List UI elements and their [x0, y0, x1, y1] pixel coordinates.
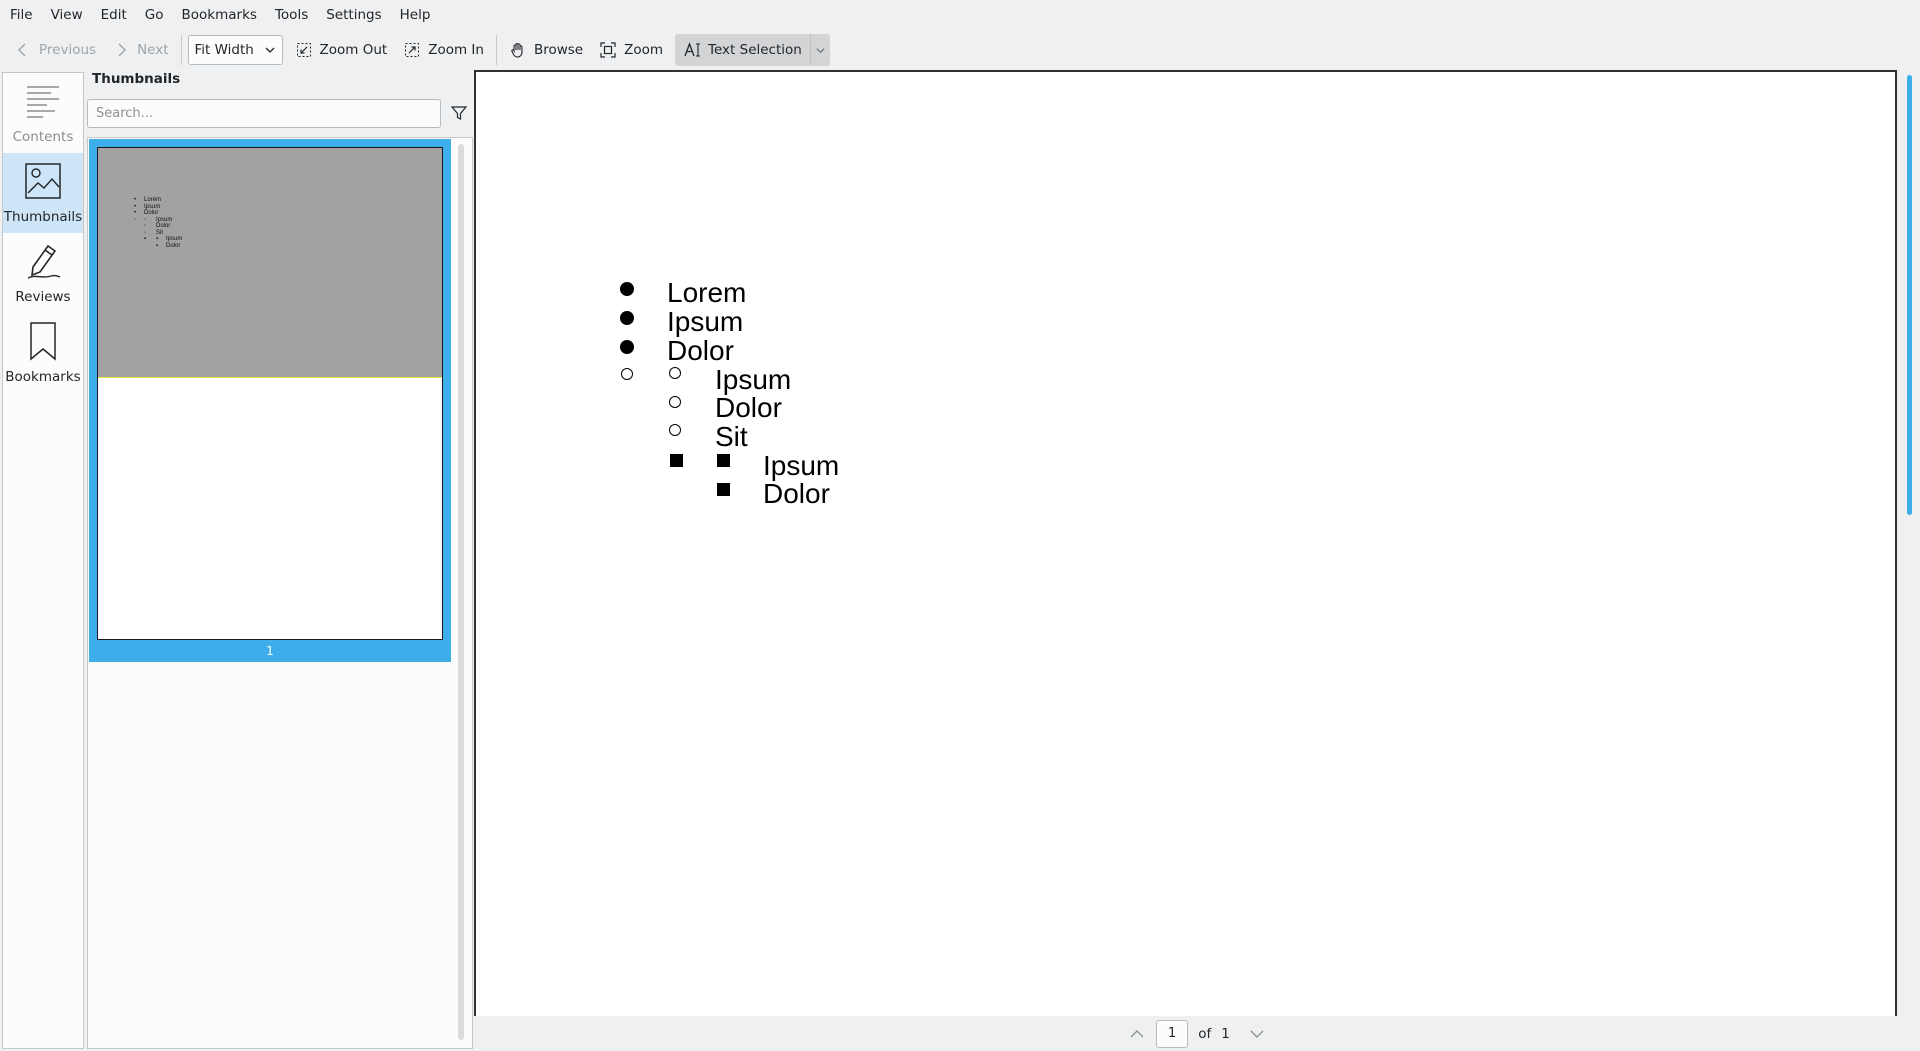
previous-label: Previous	[39, 42, 97, 58]
mini-bullet: ◦	[134, 216, 137, 223]
sidebar-item-contents[interactable]: Contents	[3, 73, 83, 153]
page-navigation-bar: 1 of 1	[474, 1016, 1920, 1051]
bookmarks-icon	[30, 322, 56, 361]
thumbnail-scrollbar[interactable]	[458, 144, 464, 1040]
sidebar-item-thumbnails[interactable]: Thumbnails	[3, 153, 83, 233]
zoom-label: Zoom	[624, 42, 664, 58]
zoom-tool-icon	[600, 42, 616, 58]
mini-text: Dolor	[166, 242, 181, 249]
text-selection-label: Text Selection	[708, 42, 802, 58]
thumbnail-search-field[interactable]	[87, 99, 441, 128]
list-item: Ipsum	[667, 306, 744, 337]
list-bullet	[621, 368, 633, 380]
menu-tools[interactable]: Tools	[266, 0, 317, 30]
contents-icon	[27, 86, 59, 118]
zoom-out-icon	[296, 43, 311, 57]
list-item: Ipsum	[715, 364, 792, 395]
toolbar-separator	[180, 35, 182, 65]
sidebar-item-bookmarks[interactable]: Bookmarks	[3, 313, 83, 393]
list-bullet	[620, 340, 634, 354]
list-bullet	[669, 424, 681, 436]
chevron-right-icon	[118, 43, 127, 57]
document-view[interactable]: Lorem Ipsum Dolor Ipsum Dolor Sit Ipsum …	[474, 70, 1920, 1016]
panel-title: Thumbnails	[92, 71, 181, 87]
text-selection-group: Text Selection	[675, 34, 830, 66]
main-toolbar: Previous Next Fit Width Zoom Out Zoom In…	[0, 30, 1920, 70]
side-panel-selector: Contents Thumbnails Reviews Bookmarks	[2, 72, 84, 1049]
zoom-tool-button[interactable]: Zoom	[591, 34, 671, 66]
sidebar-item-label: Thumbnails	[3, 209, 83, 225]
mini-bullet: ▪	[156, 242, 159, 249]
thumbnail-preview: • Lorem • Ipsum • Dolor ◦ ◦ Ipsum ◦ Dolo…	[97, 147, 443, 640]
text-select-icon	[684, 42, 701, 57]
menu-file[interactable]: File	[0, 0, 42, 30]
thumbnail-list[interactable]: • Lorem • Ipsum • Dolor ◦ ◦ Ipsum ◦ Dolo…	[87, 137, 473, 1049]
zoom-mode-value: Fit Width	[194, 42, 254, 58]
document-scrollbar[interactable]	[1907, 75, 1912, 515]
list-item: Lorem	[667, 277, 747, 308]
list-item: Ipsum	[763, 450, 840, 481]
document-page: Lorem Ipsum Dolor Ipsum Dolor Sit Ipsum …	[474, 70, 1897, 1016]
list-bullet	[670, 454, 683, 467]
visible-area-indicator	[98, 148, 442, 378]
thumbnail-page-number: 1	[266, 644, 274, 658]
previous-button[interactable]: Previous	[6, 34, 104, 66]
mini-bullet: ▪	[144, 236, 147, 242]
zoom-out-button[interactable]: Zoom Out	[287, 34, 396, 66]
chevron-left-icon	[18, 43, 26, 57]
list-bullet	[717, 483, 730, 496]
list-bullet	[669, 367, 681, 379]
chevron-down-icon[interactable]	[1248, 1025, 1266, 1043]
sidebar-item-label: Contents	[12, 129, 74, 145]
chevron-down-icon	[265, 47, 274, 53]
zoom-mode-select[interactable]: Fit Width	[187, 35, 283, 65]
zoom-in-label: Zoom In	[428, 42, 484, 58]
list-item: Dolor	[667, 335, 734, 366]
browse-tool-button[interactable]: Browse	[501, 34, 591, 66]
list-bullet	[669, 396, 681, 408]
list-item: Dolor	[715, 392, 782, 423]
list-bullet	[717, 454, 730, 467]
filter-icon[interactable]	[450, 104, 468, 122]
list-bullet	[620, 282, 634, 296]
list-item: Dolor	[763, 478, 830, 509]
menu-help[interactable]: Help	[391, 0, 440, 30]
total-pages-label: 1	[1221, 1025, 1230, 1042]
menu-bookmarks[interactable]: Bookmarks	[173, 0, 266, 30]
sidebar-item-label: Reviews	[15, 289, 71, 305]
reviews-icon	[27, 244, 61, 279]
menu-go[interactable]: Go	[136, 0, 173, 30]
search-input[interactable]	[88, 100, 434, 127]
list-item: Sit	[715, 421, 748, 452]
thumbnail-page-1[interactable]: • Lorem • Ipsum • Dolor ◦ ◦ Ipsum ◦ Dolo…	[89, 139, 451, 662]
browse-label: Browse	[533, 42, 584, 58]
text-selection-button[interactable]: Text Selection	[675, 34, 810, 66]
toolbar-separator	[495, 35, 497, 65]
list-bullet	[620, 311, 634, 325]
zoom-in-button[interactable]: Zoom In	[395, 34, 492, 66]
menu-settings[interactable]: Settings	[317, 0, 390, 30]
menubar: File View Edit Go Bookmarks Tools Settin…	[0, 0, 1920, 30]
zoom-out-label: Zoom Out	[319, 42, 388, 58]
chevron-up-icon[interactable]	[1128, 1025, 1146, 1043]
menu-view[interactable]: View	[42, 0, 92, 30]
sidebar-item-label: Bookmarks	[5, 369, 81, 385]
next-label: Next	[137, 42, 169, 58]
page-of-label: of	[1198, 1025, 1212, 1042]
tool-dropdown-button[interactable]	[809, 34, 830, 66]
thumbnails-icon	[25, 163, 61, 199]
next-button[interactable]: Next	[104, 34, 176, 66]
zoom-in-icon	[405, 43, 420, 57]
menu-edit[interactable]: Edit	[92, 0, 136, 30]
sidebar-item-reviews[interactable]: Reviews	[3, 233, 83, 313]
chevron-down-icon	[816, 47, 825, 53]
hand-icon	[511, 42, 523, 58]
page-number-input[interactable]: 1	[1156, 1019, 1189, 1048]
